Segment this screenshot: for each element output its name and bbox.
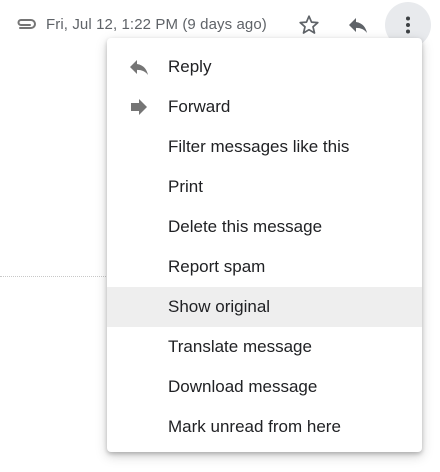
menu-item-label: Filter messages like this (168, 137, 350, 156)
message-date: Fri, Jul 12, 1:22 PM (9 days ago) (46, 16, 267, 33)
menu-item-label: Report spam (168, 257, 266, 276)
menu-item-label: Download message (168, 377, 318, 396)
menu-item-label: Forward (168, 97, 231, 116)
menu-item-label: Mark unread from here (168, 417, 341, 436)
menu-item-print[interactable]: Print (107, 167, 422, 207)
forward-icon (127, 97, 151, 117)
star-button[interactable] (294, 10, 324, 40)
reply-icon (127, 57, 151, 77)
reply-button[interactable] (343, 10, 373, 40)
email-message-view: Fri, Jul 12, 1:22 PM (9 days ago) Reply … (0, 0, 440, 472)
menu-item-label: Delete this message (168, 217, 323, 236)
menu-item-label: Translate message (168, 337, 312, 356)
more-options-menu: Reply Forward Filter messages like this … (107, 38, 422, 452)
menu-item-label: Show original (168, 297, 271, 316)
menu-item-delete-message[interactable]: Delete this message (107, 207, 422, 247)
message-divider (0, 276, 110, 277)
reply-icon (349, 18, 367, 33)
star-outline-icon (299, 15, 319, 34)
menu-item-mark-unread[interactable]: Mark unread from here (107, 407, 422, 447)
menu-item-filter-messages[interactable]: Filter messages like this (107, 127, 422, 167)
menu-item-show-original[interactable]: Show original (107, 287, 422, 327)
more-vertical-icon (406, 16, 410, 34)
menu-item-label: Reply (168, 57, 212, 76)
menu-item-reply[interactable]: Reply (107, 47, 422, 87)
menu-item-report-spam[interactable]: Report spam (107, 247, 422, 287)
menu-item-forward[interactable]: Forward (107, 87, 422, 127)
menu-item-label: Print (168, 177, 203, 196)
paperclip-icon (13, 14, 39, 34)
menu-item-translate-message[interactable]: Translate message (107, 327, 422, 367)
menu-item-download-message[interactable]: Download message (107, 367, 422, 407)
